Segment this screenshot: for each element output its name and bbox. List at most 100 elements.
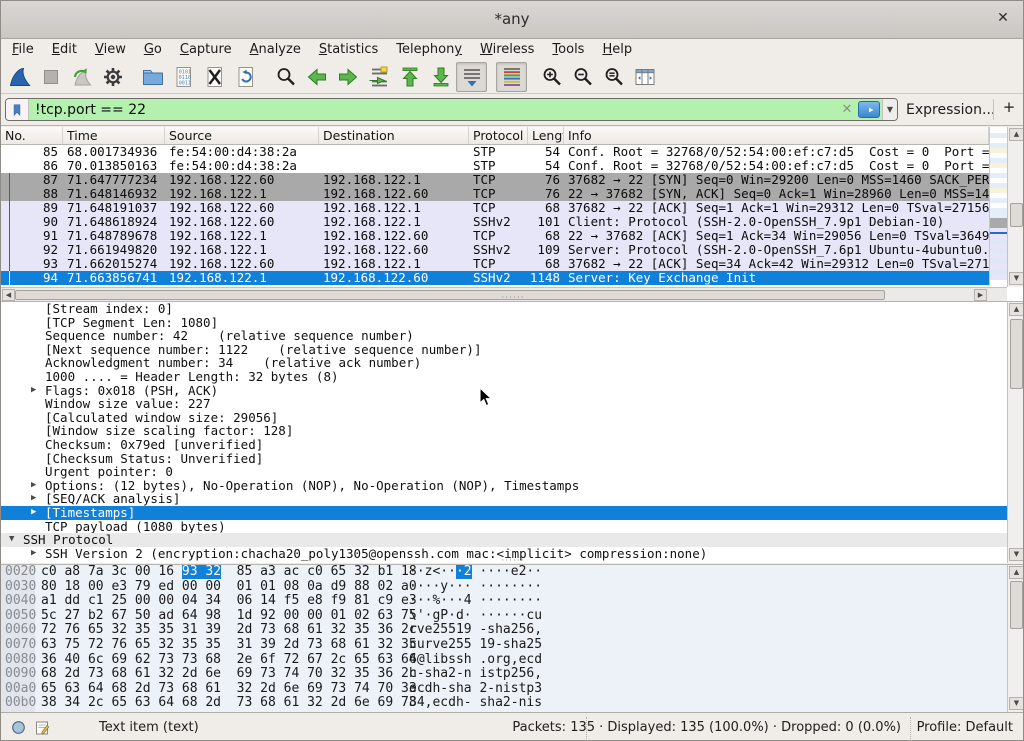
packet-row-94[interactable]: 9471.663856741192.168.122.1192.168.122.6… [1, 271, 989, 285]
packet-list-vscrollbar[interactable]: ▲ ▼ [1007, 127, 1024, 287]
detail-line[interactable]: [Window size scaling factor: 128] [1, 424, 1007, 438]
resize-columns-button[interactable] [629, 62, 660, 92]
bytes-vscrollbar[interactable]: ▲ ▼ [1007, 565, 1024, 712]
scrollbar-thumb[interactable] [1010, 581, 1023, 629]
packet-row-85[interactable]: 8568.001734936fe:54:00:d4:38:2aSTP54Conf… [1, 145, 989, 159]
column-header-length[interactable]: Length [528, 127, 564, 144]
detail-line[interactable]: Urgent pointer: 0 [1, 465, 1007, 479]
detail-line[interactable]: [Calculated window size: 29056] [1, 411, 1007, 425]
hex-row-00b0[interactable]: 00b038 34 2c 65 63 64 68 2d 73 68 61 32 … [1, 696, 1024, 711]
menu-help[interactable]: Help [593, 41, 641, 58]
menu-analyze[interactable]: Analyze [241, 41, 310, 58]
detail-line[interactable]: Acknowledgment number: 34 (relative ack … [1, 356, 1007, 370]
scroll-right-button[interactable]: ▶ [974, 289, 987, 301]
close-window-button[interactable]: ✕ [993, 10, 1013, 26]
detail-line[interactable]: ▶[SEQ/ACK analysis] [1, 492, 1007, 506]
capture-start-button[interactable] [4, 62, 35, 92]
hex-row-00a0[interactable]: 00a065 63 64 68 2d 73 68 61 32 2d 6e 69 … [1, 682, 1024, 697]
hex-row-0060[interactable]: 006072 76 65 32 35 35 31 39 2d 73 68 61 … [1, 623, 1024, 638]
column-header-info[interactable]: Info [564, 127, 989, 144]
detail-line[interactable]: 1000 .... = Header Length: 32 bytes (8) [1, 370, 1007, 384]
expert-info-icon[interactable] [11, 720, 26, 735]
menu-edit[interactable]: Edit [43, 41, 86, 58]
detail-line[interactable]: ▶Flags: 0x018 (PSH, ACK) [1, 384, 1007, 398]
scrollbar-thumb[interactable] [1010, 319, 1023, 389]
expander-closed-icon[interactable]: ▶ [31, 384, 36, 398]
title-bar[interactable]: *any ✕ [1, 1, 1023, 39]
column-header-protocol[interactable]: Protocol [469, 127, 528, 144]
scroll-up-button[interactable]: ▲ [1009, 566, 1024, 579]
auto-scroll-button[interactable] [456, 62, 487, 92]
scroll-left-button[interactable]: ◀ [2, 289, 15, 301]
expander-closed-icon[interactable]: ▶ [31, 547, 36, 561]
detail-line[interactable]: [Stream index: 0] [1, 302, 1007, 316]
hex-row-0020[interactable]: 0020c0 a8 7a 3c 00 16 93 32 85 a3 ac c0 … [1, 565, 1024, 580]
zoom-out-button[interactable] [567, 62, 598, 92]
expander-closed-icon[interactable]: ▶ [31, 479, 36, 493]
scroll-down-button[interactable]: ▼ [1009, 697, 1024, 710]
column-header-source[interactable]: Source [165, 127, 319, 144]
packet-row-89[interactable]: 8971.648191037192.168.122.60192.168.122.… [1, 201, 989, 215]
expander-closed-icon[interactable]: ▶ [31, 506, 36, 520]
hex-row-0090[interactable]: 009068 2d 73 68 61 32 2d 6e 69 73 74 70 … [1, 667, 1024, 682]
menu-view[interactable]: View [86, 41, 135, 58]
find-packet-button[interactable] [270, 62, 301, 92]
scroll-up-button[interactable]: ▲ [1009, 128, 1024, 141]
hex-row-0040[interactable]: 0040a1 dd c1 25 00 00 04 34 06 14 f5 e8 … [1, 594, 1024, 609]
details-vscrollbar[interactable]: ▲ ▼ [1007, 302, 1024, 563]
filter-clear-button[interactable]: ✕ [838, 102, 856, 117]
hex-row-0080[interactable]: 008036 40 6c 69 62 73 73 68 2e 6f 72 67 … [1, 653, 1024, 668]
capture-stop-button[interactable] [35, 62, 66, 92]
expander-open-icon[interactable]: ▼ [9, 533, 14, 547]
menu-capture[interactable]: Capture [171, 41, 241, 58]
scroll-down-button[interactable]: ▼ [1009, 548, 1024, 561]
file-reload-button[interactable] [230, 62, 261, 92]
capture-comment-icon[interactable] [34, 720, 50, 736]
detail-line[interactable]: Sequence number: 42 (relative sequence n… [1, 329, 1007, 343]
hscrollbar-thumb[interactable] [15, 290, 885, 300]
scroll-up-button[interactable]: ▲ [1009, 303, 1024, 316]
hex-row-0030[interactable]: 003080 18 00 e3 79 ed 00 00 01 01 08 0a … [1, 580, 1024, 595]
file-open-button[interactable] [137, 62, 168, 92]
go-back-button[interactable] [301, 62, 332, 92]
filter-apply-button[interactable] [858, 101, 880, 118]
detail-line[interactable]: [TCP Segment Len: 1080] [1, 316, 1007, 330]
display-filter-input[interactable]: !tcp.port == 22 [29, 102, 838, 118]
detail-line[interactable]: [Checksum Status: Unverified] [1, 452, 1007, 466]
packet-row-93[interactable]: 9371.662015274192.168.122.60192.168.122.… [1, 257, 989, 271]
expander-closed-icon[interactable]: ▶ [31, 492, 36, 506]
detail-line[interactable]: ▶Options: (12 bytes), No-Operation (NOP)… [1, 479, 1007, 493]
column-header-destination[interactable]: Destination [319, 127, 469, 144]
column-header-no[interactable]: No. [1, 127, 63, 144]
filter-add-button[interactable]: + [1000, 98, 1018, 120]
capture-restart-button[interactable] [66, 62, 97, 92]
go-forward-button[interactable] [332, 62, 363, 92]
zoom-100-button[interactable] [598, 62, 629, 92]
file-save-button[interactable]: 010101100011 [168, 62, 199, 92]
expression-button[interactable]: Expression... [906, 102, 995, 118]
packet-row-91[interactable]: 9171.648789678192.168.122.1192.168.122.6… [1, 229, 989, 243]
status-profile[interactable]: Profile: Default [917, 720, 1013, 735]
zoom-in-button[interactable] [536, 62, 567, 92]
packet-row-86[interactable]: 8670.013850163fe:54:00:d4:38:2aSTP54Conf… [1, 159, 989, 173]
colorize-button[interactable] [496, 62, 527, 92]
packet-row-90[interactable]: 9071.648618924192.168.122.60192.168.122.… [1, 215, 989, 229]
scroll-down-button[interactable]: ▼ [1009, 272, 1024, 285]
menu-tools[interactable]: Tools [543, 41, 593, 58]
hex-row-0050[interactable]: 00505c 27 b2 67 50 ad 64 98 1d 92 00 00 … [1, 609, 1024, 624]
detail-line[interactable]: TCP payload (1080 bytes) [1, 520, 1007, 534]
detail-line[interactable]: ▼SSH Protocol [1, 533, 1007, 547]
detail-line[interactable]: Checksum: 0x79ed [unverified] [1, 438, 1007, 452]
scrollbar-thumb[interactable] [1010, 203, 1023, 227]
filter-bookmark-button[interactable] [6, 99, 29, 120]
menu-telephony[interactable]: Telephony [387, 41, 471, 58]
packet-row-92[interactable]: 9271.661949820192.168.122.1192.168.122.6… [1, 243, 989, 257]
column-header-time[interactable]: Time [63, 127, 165, 144]
filter-history-dropdown[interactable]: ▼ [882, 99, 897, 120]
packet-row-87[interactable]: 8771.647777234192.168.122.60192.168.122.… [1, 173, 989, 187]
detail-line[interactable]: Window size value: 227 [1, 397, 1007, 411]
intelligent-scrollbar-minimap[interactable] [989, 127, 1007, 285]
file-close-button[interactable] [199, 62, 230, 92]
menu-statistics[interactable]: Statistics [310, 41, 387, 58]
go-first-button[interactable] [394, 62, 425, 92]
